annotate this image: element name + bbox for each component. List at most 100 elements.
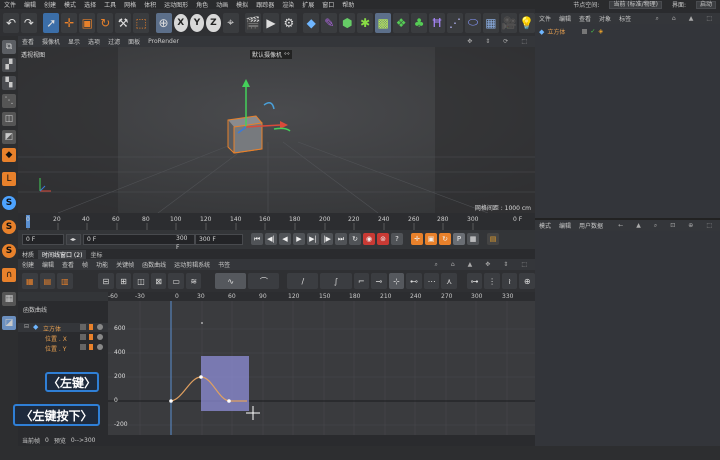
track-x-lock-icon[interactable] [80, 334, 86, 340]
timeline-ruler[interactable]: 0 20 40 60 80 100 120 140 160 180 200 22… [18, 213, 535, 230]
key-reduction-button[interactable]: ⋮ [484, 273, 500, 289]
track-lock-icon[interactable] [80, 324, 86, 330]
menu-tracker[interactable]: 跟踪器 [252, 0, 278, 9]
timeline-window-button[interactable]: ▤ [487, 233, 499, 245]
env-button[interactable]: ⋰ [447, 12, 463, 33]
tangent-ease-button[interactable]: ∫ [320, 273, 352, 289]
am-menu-userdata[interactable]: 用户数据 [575, 221, 607, 230]
menu-file[interactable]: 文件 [0, 0, 20, 9]
fcurve-graph[interactable]: 600 400 200 0 -200 [108, 301, 535, 435]
menu-render[interactable]: 渲染 [278, 0, 298, 9]
tl-menu-edit[interactable]: 编辑 [38, 260, 58, 269]
world-coord-button[interactable]: ⌖ [222, 12, 239, 33]
snap-button[interactable]: S [2, 196, 16, 210]
vp-menu-filter[interactable]: 过滤 [104, 37, 124, 46]
vp-menu-display[interactable]: 显示 [64, 37, 84, 46]
tl-menu-motion-system[interactable]: 运动剪辑系统 [170, 260, 214, 269]
effector-button[interactable]: ❖ [393, 12, 410, 33]
field-button[interactable]: ♣ [411, 12, 428, 33]
pan-icon[interactable]: ✥ [463, 38, 476, 45]
tangent-zero-angle-button[interactable]: ⊷ [406, 273, 422, 289]
tl-menu-view[interactable]: 查看 [58, 260, 78, 269]
menu-window[interactable]: 窗口 [318, 0, 338, 9]
play-button[interactable]: ▶ [293, 233, 305, 245]
perspective-viewport[interactable]: 透视视图 默认摄像机 °° 网格间距 : 1000 cm [18, 47, 535, 213]
tl-menu-bookmarks[interactable]: 书签 [214, 260, 234, 269]
tl-menu-create[interactable]: 创建 [18, 260, 38, 269]
vp-menu-options[interactable]: 选项 [84, 37, 104, 46]
tl-zoom-icon[interactable]: ⇕ [499, 261, 512, 269]
points-mode-button[interactable]: ⋱ [2, 94, 16, 108]
menu-select[interactable]: 选择 [80, 0, 100, 9]
expand-icon[interactable]: ⊟ [24, 323, 29, 330]
tl-maximize-icon[interactable]: ⬚ [517, 261, 531, 269]
menu-tools[interactable]: 工具 [100, 0, 120, 9]
record-rotation-button[interactable]: ↻ [439, 233, 451, 245]
track-row-pos-x[interactable]: 位置 . X [18, 333, 108, 343]
fcurve-mode-button[interactable]: ▤ [39, 273, 56, 289]
capsule-button[interactable]: ⬭ [465, 12, 481, 33]
tangent-linear-button[interactable]: / [287, 273, 319, 289]
render-settings-button[interactable]: ⚙ [280, 12, 297, 33]
deformer-button[interactable]: ▩ [375, 12, 392, 33]
loop-button[interactable]: ↻ [349, 233, 361, 245]
x-axis-button[interactable]: X [173, 13, 188, 32]
tangent-step-button[interactable]: ⌐ [353, 273, 370, 289]
prev-key-button[interactable]: ◀| [265, 233, 277, 245]
tl-menu-functions[interactable]: 功能 [92, 260, 112, 269]
tl-home-icon[interactable]: ⌂ [447, 261, 459, 269]
am-up-icon[interactable]: ▲ [632, 222, 645, 230]
om-menu-file[interactable]: 文件 [535, 14, 555, 23]
texture-mode-button[interactable]: ▚ [2, 76, 16, 90]
tangent-spline-button[interactable]: ⌒ [248, 273, 280, 289]
maximize-icon[interactable]: ⬚ [517, 38, 531, 45]
record-pla-button[interactable]: ▦ [467, 233, 479, 245]
menu-animate[interactable]: 动画 [212, 0, 232, 9]
magnet-button[interactable]: ∩ [2, 268, 16, 282]
max-frame-field[interactable]: 300 F [195, 233, 243, 245]
y-axis-button[interactable]: Y [189, 13, 205, 32]
record-position-button[interactable]: ✛ [411, 233, 423, 245]
overshoot-button[interactable]: ⊶ [466, 273, 483, 289]
autokey-button[interactable]: ⊚ [377, 233, 389, 245]
coordinate-system-button[interactable]: ⊕ [155, 12, 172, 33]
orbit-icon[interactable]: ⟳ [499, 38, 512, 45]
tl-search-icon[interactable]: ⌕ [430, 261, 441, 269]
dopesheet-button[interactable]: ▦ [22, 273, 38, 289]
menu-volume[interactable]: 体积 [140, 0, 160, 9]
om-maximize-icon[interactable]: ⬚ [702, 15, 716, 23]
om-menu-tags[interactable]: 标签 [615, 14, 635, 23]
polygons-mode-button[interactable]: ◩ [2, 130, 16, 144]
menu-extensions[interactable]: 扩展 [298, 0, 318, 9]
om-menu-edit[interactable]: 编辑 [555, 14, 575, 23]
menu-mograph[interactable]: 运动图形 [160, 0, 192, 9]
track-y-lock-icon[interactable] [80, 344, 86, 350]
key-link-button[interactable]: ⊠ [150, 273, 167, 289]
render-picture-button[interactable]: ▶ [262, 12, 279, 33]
scale-button[interactable]: ▣ [79, 12, 96, 33]
object-visibility-icon[interactable] [582, 29, 588, 34]
object-manager[interactable]: ◆ 立方体 ✓ ◈ [535, 24, 720, 218]
om-up-icon[interactable]: ▲ [685, 15, 698, 23]
record-scale-button[interactable]: ▣ [425, 233, 437, 245]
menu-help[interactable]: 帮助 [338, 0, 358, 9]
recent-tools-button[interactable]: ⚒ [115, 12, 132, 33]
key-frame-button[interactable]: ⊞ [115, 273, 132, 289]
vp-menu-prorender[interactable]: ProRender [144, 38, 183, 45]
tl-up-icon[interactable]: ▲ [464, 261, 477, 269]
om-home-icon[interactable]: ⌂ [668, 15, 680, 23]
object-tag-icon[interactable]: ◈ [598, 28, 603, 35]
model-mode-button[interactable]: ▞ [2, 58, 16, 72]
vp-menu-view[interactable]: 查看 [18, 37, 38, 46]
snap-settings-button[interactable]: S [2, 220, 16, 234]
key-lock-button[interactable]: ◫ [133, 273, 149, 289]
live-select-button[interactable]: ➚ [43, 12, 60, 33]
key-snap-button[interactable]: ≋ [185, 273, 202, 289]
workplane-button[interactable]: ▦ [2, 292, 16, 306]
make-editable-button[interactable]: ⧉ [2, 40, 16, 54]
key-mode-button[interactable]: ⊟ [98, 273, 114, 289]
snap-workplane-button[interactable]: S [2, 244, 16, 258]
subdivision-button[interactable]: ⬢ [339, 12, 356, 33]
track-row-pos-y[interactable]: 位置 . Y [18, 343, 108, 353]
camera-button[interactable]: 🎥 [500, 12, 517, 33]
